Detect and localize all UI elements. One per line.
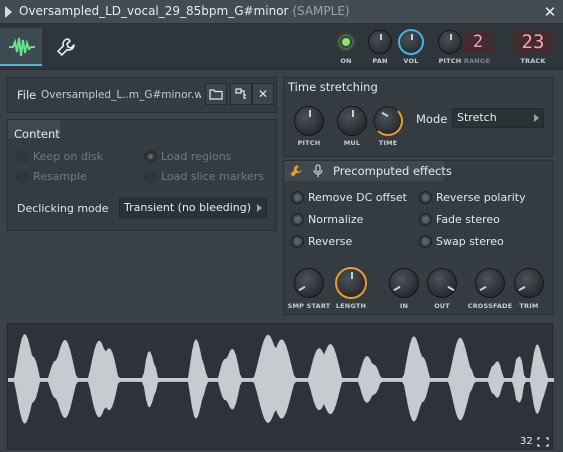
zoom-level: 32 [520,436,533,447]
keep-on-disk-label: Keep on disk [33,150,104,163]
in-label: IN [399,302,409,310]
wrench-icon[interactable] [289,164,303,178]
swap-stereo-radio[interactable] [419,235,432,248]
time-knob[interactable] [373,106,403,136]
trim-label: TRIM [519,302,539,310]
window-menu-arrow-icon[interactable] [5,6,12,18]
normalize-label: Normalize [308,213,364,226]
load-regions-radio[interactable] [144,150,157,163]
normalize-radio[interactable] [291,213,304,226]
close-icon[interactable]: ✕ [541,3,559,21]
precomputed-header: Precomputed effects [284,161,452,181]
toolbar: ON PAN VOL PITCH 2 RANGE 23 TRACK [0,24,563,70]
content-header: Content [8,120,60,141]
load-regions-label: Load regions [161,150,232,163]
sample-name: Oversampled_LD_vocal_29_85bpm_G#minor [19,4,289,18]
track-label: TRACK [520,57,546,65]
browse-button[interactable] [205,83,227,105]
on-label: ON [340,57,352,65]
reverse-label: Reverse [308,235,353,248]
zoom-icon[interactable] [537,437,549,447]
resample-radio[interactable] [16,170,29,183]
load-slice-markers-radio[interactable] [144,170,157,183]
range-label: RANGE [463,57,491,65]
pitch-knob[interactable] [438,30,462,54]
in-knob[interactable] [389,268,419,298]
out-knob[interactable] [427,268,457,298]
resample-label: Resample [33,170,87,183]
load-slice-markers-label: Load slice markers [161,170,265,183]
clear-file-button[interactable]: ✕ [252,83,274,105]
fade-stereo-radio[interactable] [419,213,432,226]
folder-icon [209,89,223,100]
waveform-graph [8,334,554,424]
swap-stereo-label: Swap stereo [436,235,504,248]
tab-envelope-settings[interactable] [46,28,88,66]
vol-label: VOL [403,57,419,65]
title-bar[interactable]: Oversampled_LD_vocal_29_85bpm_G#minor (S… [0,0,563,24]
on-led[interactable] [340,36,352,48]
mul-knob[interactable] [337,106,367,136]
sample-tag: (SAMPLE) [292,4,350,18]
dropdown-arrow-icon [534,114,539,122]
tree-icon [235,88,246,99]
pitch-stretch-knob[interactable] [294,106,324,136]
trim-knob[interactable] [514,268,544,298]
length-label: LENGTH [335,302,367,310]
file-panel: File Oversampled_L..m_G#minor.wav ✕ [7,77,277,113]
locate-button[interactable] [230,83,252,105]
time-stretching-panel: Time stretching PITCH MUL TIME Mode Stre… [283,77,553,157]
wrench-icon [57,38,75,56]
crossfade-label: CROSSFADE [467,302,513,310]
dropdown-arrow-icon [257,204,262,212]
reverse-polarity-label: Reverse polarity [436,191,526,204]
waveform-view[interactable]: 32 [7,323,554,450]
precomputed-heading: Precomputed effects [333,164,452,178]
content-panel: Content Keep on disk Resample Load regio… [7,119,277,231]
time-label: TIME [378,139,398,147]
vol-knob[interactable] [398,29,424,55]
pitch-stretch-label: PITCH [297,139,321,147]
precomputed-effects-panel: Precomputed effects Remove DC offset Nor… [283,160,553,315]
close-icon: ✕ [257,87,269,101]
file-label: File [17,88,37,102]
pan-label: PAN [372,57,388,65]
file-name: Oversampled_L..m_G#minor.wav [41,89,201,101]
remove-dc-radio[interactable] [291,191,304,204]
range-display[interactable]: 2 [463,31,493,53]
content-heading: Content [14,127,60,141]
mode-dropdown[interactable]: Stretch [452,108,544,128]
microphone-icon[interactable] [313,164,323,178]
reverse-radio[interactable] [291,235,304,248]
length-knob[interactable] [335,267,367,299]
fade-stereo-label: Fade stereo [436,213,500,226]
mode-label: Mode [416,112,448,126]
time-stretching-heading: Time stretching [288,80,378,94]
crossfade-knob[interactable] [475,268,505,298]
remove-dc-label: Remove DC offset [308,191,407,204]
out-label: OUT [434,302,450,310]
window-title: Oversampled_LD_vocal_29_85bpm_G#minor (S… [19,4,350,18]
smp-start-label: SMP START [287,302,331,310]
track-display[interactable]: 23 [513,30,553,54]
pan-knob[interactable] [368,30,392,54]
smp-start-knob[interactable] [294,268,324,298]
reverse-polarity-radio[interactable] [419,191,432,204]
waveform-tab-icon [9,37,35,57]
mul-label: MUL [343,139,361,147]
declicking-value: Transient (no bleeding) [124,201,252,214]
declicking-dropdown[interactable]: Transient (no bleeding) [119,198,267,218]
declicking-label: Declicking mode [17,202,109,215]
keep-on-disk-radio[interactable] [16,150,29,163]
mode-value: Stretch [457,111,497,124]
tab-sample-settings[interactable] [0,28,42,66]
